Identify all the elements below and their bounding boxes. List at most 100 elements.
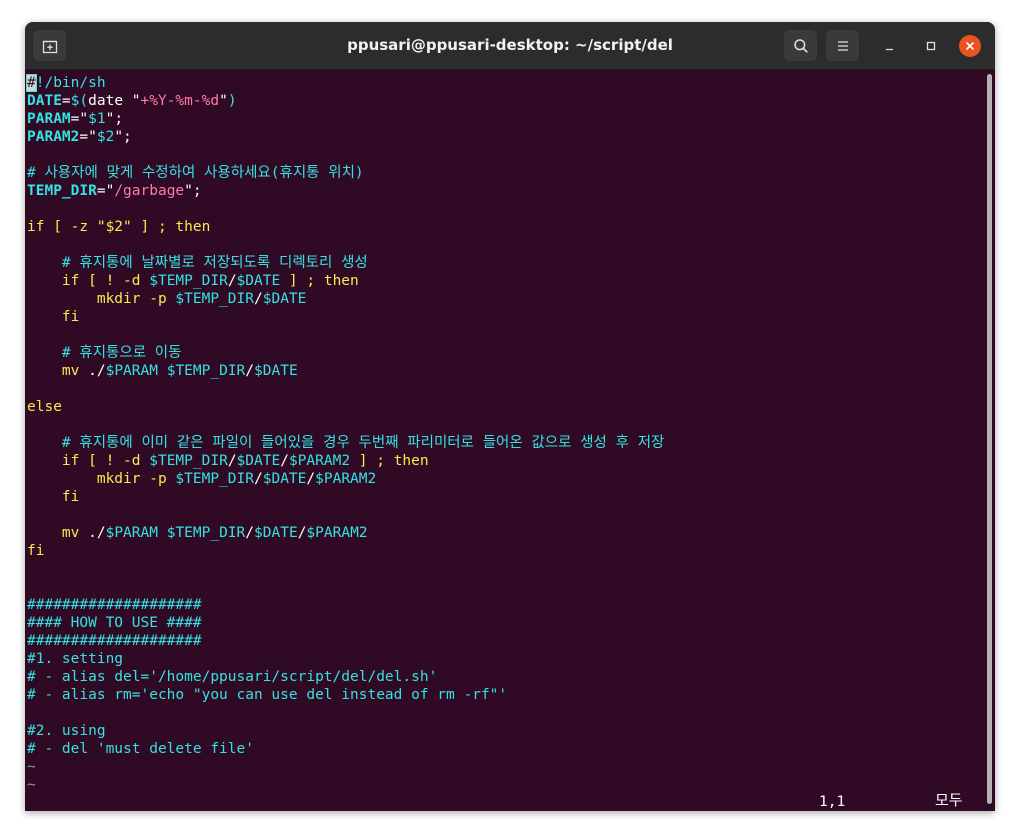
code-token: PARAM — [27, 111, 71, 127]
code-token: / — [254, 471, 263, 487]
code-token: $( — [70, 93, 89, 109]
code-token: fi — [61, 489, 80, 505]
code-token: ./ — [88, 525, 106, 541]
editor-line: # - del 'must delete file' — [27, 740, 254, 758]
editor-line: if [ ! -d $TEMP_DIR/$DATE ] ; then — [27, 272, 359, 290]
code-token: =" — [70, 111, 89, 127]
code-token: " — [131, 93, 141, 109]
code-token: if [ ! -d — [61, 453, 150, 469]
code-token: / — [227, 273, 237, 289]
code-token: if [ -z "$2" ] ; then — [27, 219, 211, 235]
code-token: = — [61, 93, 71, 109]
code-token: ] ; then — [350, 453, 429, 469]
editor-line: #################### — [27, 596, 202, 614]
vim-editor[interactable]: #!/bin/sh DATE=$(date "+%Y-%m-%d") PARAM="… — [25, 69, 985, 811]
cursor-position: 1,1 — [819, 794, 846, 810]
code-token: date — [88, 93, 132, 109]
code-token: $TEMP_DIR — [166, 525, 246, 541]
title-bar: ppusari@ppusari-desktop: ~/script/del — [25, 22, 995, 70]
code-token: " — [219, 93, 228, 109]
code-token: +%Y-%m-%d — [140, 93, 220, 109]
editor-line: TEMP_DIR="/garbage"; — [27, 182, 202, 200]
editor-line: mkdir -p $TEMP_DIR/$DATE/$PARAM2 — [27, 470, 376, 488]
code-token: DATE — [27, 93, 62, 109]
code-token: #1. setting — [27, 651, 124, 667]
editor-line: fi — [27, 488, 79, 506]
code-token: mkdir -p — [96, 471, 176, 487]
search-icon — [793, 38, 808, 53]
editor-line: #!/bin/sh — [26, 74, 106, 92]
code-token: # 휴지통에 이미 같은 파일이 들어있을 경우 두번째 파리미터로 들어온 값… — [61, 435, 665, 451]
editor-line: mv ./$PARAM $TEMP_DIR/$DATE — [27, 362, 298, 380]
hamburger-menu-icon — [837, 40, 848, 51]
new-tab-button[interactable] — [33, 30, 66, 61]
code-token: $DATE — [254, 363, 298, 379]
code-token: fi — [27, 543, 45, 559]
editor-line: # 휴지통으로 이동 — [27, 344, 182, 362]
editor-line: # - alias rm='echo "you can use del inst… — [27, 686, 507, 704]
editor-line: if [ -z "$2" ] ; then — [27, 218, 210, 236]
code-token: $PARAM2 — [306, 525, 368, 541]
minimize-icon — [886, 48, 893, 51]
maximize-icon — [926, 41, 936, 51]
editor-line: ~ — [27, 776, 36, 794]
code-token: =" — [96, 183, 115, 199]
maximize-button[interactable] — [920, 35, 942, 57]
code-token: $PARAM — [105, 525, 158, 541]
editor-line: ~ — [27, 758, 36, 776]
code-token: ~ — [27, 777, 36, 793]
editor-line: PARAM2="$2"; — [27, 128, 132, 146]
code-token: $DATE — [262, 471, 307, 487]
code-token: mkdir -p — [96, 291, 176, 307]
code-token: $1 — [88, 111, 106, 127]
code-token: "; — [105, 111, 124, 127]
code-token: if [ ! -d — [61, 273, 150, 289]
minimize-button[interactable] — [879, 35, 901, 57]
menu-button[interactable] — [826, 30, 859, 61]
code-token: $DATE — [254, 525, 298, 541]
editor-line: mkdir -p $TEMP_DIR/$DATE — [27, 290, 307, 308]
code-token: # 휴지통에 날짜별로 저장되도록 디렉토리 생성 — [61, 255, 368, 271]
scrollbar[interactable] — [987, 74, 992, 804]
code-token: # - alias rm='echo "you can use del inst… — [27, 687, 508, 703]
code-token: / — [227, 453, 237, 469]
code-token: # 사용자에 맞게 수정하여 사용하세요(휴지통 위치) — [27, 165, 364, 181]
editor-line: fi — [27, 542, 44, 560]
close-button[interactable] — [959, 35, 981, 57]
text-cursor: # — [26, 74, 37, 92]
scroll-indicator: 모두 — [935, 791, 963, 809]
editor-line: #################### — [27, 632, 202, 650]
code-token: else — [27, 399, 62, 415]
terminal-window: ppusari@ppusari-desktop: ~/script/del #!… — [25, 22, 995, 811]
code-token: mv — [61, 525, 89, 541]
code-token: #################### — [27, 597, 202, 613]
editor-line: PARAM="$1"; — [27, 110, 123, 128]
code-token: PARAM2 — [27, 129, 80, 145]
code-token: $TEMP_DIR — [166, 363, 246, 379]
code-token: ./ — [88, 363, 106, 379]
editor-line: # 휴지통에 날짜별로 저장되도록 디렉토리 생성 — [27, 254, 368, 272]
editor-line: #2. using — [27, 722, 106, 740]
code-token: #### HOW TO USE #### — [27, 615, 202, 631]
editor-line: # - alias del='/home/ppusari/script/del/… — [27, 668, 437, 686]
code-token: $PARAM — [105, 363, 158, 379]
search-button[interactable] — [784, 30, 817, 61]
code-token: $TEMP_DIR — [149, 453, 228, 469]
code-token: /garbage — [114, 183, 185, 199]
code-token: $TEMP_DIR — [175, 471, 254, 487]
code-token: mv — [61, 363, 89, 379]
code-token: ~ — [27, 759, 36, 775]
code-token: =" — [79, 129, 97, 145]
code-token: $DATE — [236, 453, 281, 469]
editor-line: DATE=$(date "+%Y-%m-%d") — [27, 92, 237, 110]
editor-line: # 휴지통에 이미 같은 파일이 들어있을 경우 두번째 파리미터로 들어온 값… — [27, 434, 664, 452]
editor-line: # 사용자에 맞게 수정하여 사용하세요(휴지통 위치) — [27, 164, 364, 182]
